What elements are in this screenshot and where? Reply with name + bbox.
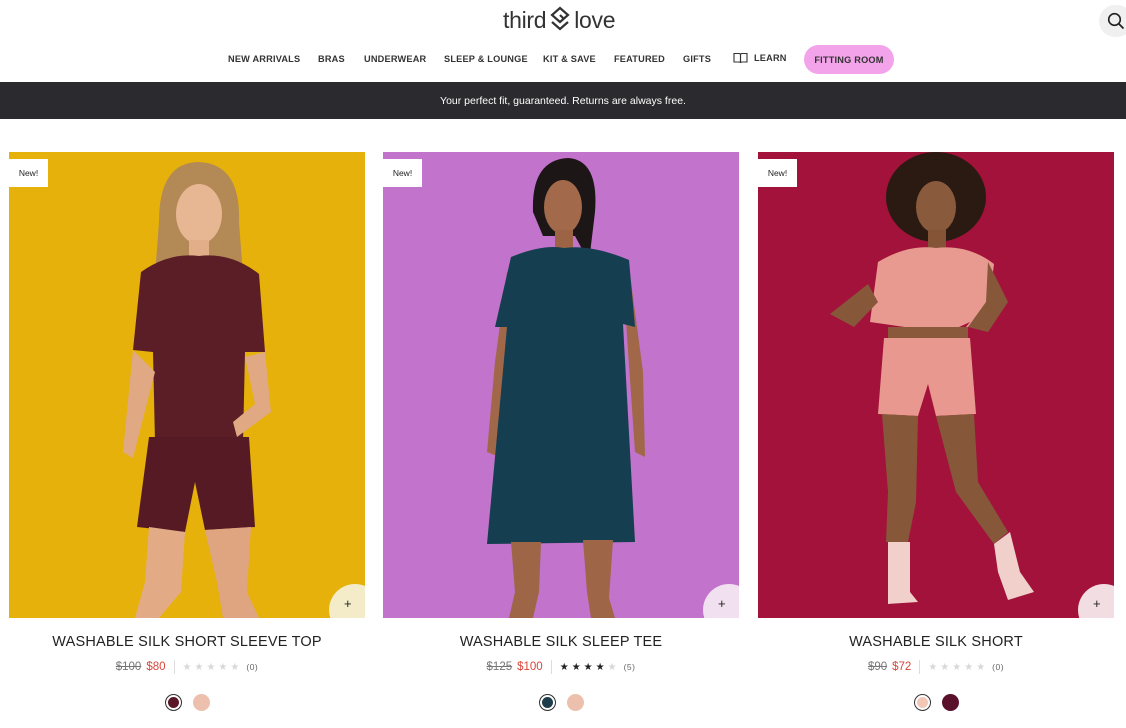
- star-icon: ★: [559, 661, 569, 673]
- product-image[interactable]: New! +: [758, 152, 1114, 618]
- promo-banner-text: Your perfect fit, guaranteed. Returns ar…: [440, 94, 686, 107]
- star-icon: ★: [182, 661, 192, 673]
- star-icon: ★: [964, 661, 974, 673]
- brand-logo[interactable]: third love: [503, 5, 616, 35]
- new-badge: New!: [9, 159, 48, 187]
- product-name[interactable]: WASHABLE SILK SHORT: [758, 634, 1114, 650]
- review-count[interactable]: (0): [246, 662, 258, 672]
- star-icon: ★: [976, 661, 986, 673]
- star-rating[interactable]: ★ ★ ★ ★ ★: [928, 662, 985, 673]
- book-icon: [733, 52, 748, 64]
- nav-new-arrivals[interactable]: NEW ARRIVALS: [228, 54, 300, 64]
- product-model-figure: [830, 152, 1034, 604]
- star-icon: ★: [940, 661, 950, 673]
- divider: [173, 660, 175, 674]
- main-nav: NEW ARRIVALS BRAS UNDERWEAR SLEEP & LOUN…: [0, 45, 1126, 75]
- nav-bras[interactable]: BRAS: [318, 54, 345, 64]
- product-card[interactable]: New! + WASHABLE SILK SHORT SLEEVE TOP $1…: [9, 152, 365, 711]
- product-image[interactable]: New! +: [9, 152, 365, 618]
- new-badge: New!: [758, 159, 797, 187]
- product-name[interactable]: WASHABLE SILK SLEEP TEE: [383, 634, 739, 650]
- fitting-room-button[interactable]: FITTING ROOM: [804, 45, 894, 74]
- color-swatch[interactable]: [192, 694, 210, 711]
- star-icon: ★: [928, 661, 938, 673]
- star-icon: ★: [583, 661, 593, 673]
- nav-learn[interactable]: LEARN: [733, 52, 787, 64]
- nav-gifts[interactable]: GIFTS: [683, 54, 711, 64]
- star-icon: ★: [607, 661, 617, 673]
- original-price: $90: [867, 661, 888, 673]
- product-image[interactable]: New! +: [383, 152, 739, 618]
- original-price: $125: [486, 661, 513, 673]
- color-swatches: [758, 694, 1114, 711]
- star-rating[interactable]: ★ ★ ★ ★ ★: [183, 662, 240, 673]
- product-model-figure: [487, 158, 645, 618]
- sale-price: $72: [892, 661, 912, 673]
- logo-mark-icon: [550, 6, 570, 31]
- logo-text-right: love: [574, 6, 616, 33]
- product-name[interactable]: WASHABLE SILK SHORT SLEEVE TOP: [9, 634, 365, 650]
- color-swatch[interactable]: [913, 694, 931, 711]
- search-button[interactable]: [1099, 5, 1126, 37]
- product-price-rating: $100 $80 ★ ★ ★ ★ ★ (0): [9, 660, 365, 674]
- star-icon: ★: [952, 661, 962, 673]
- nav-featured[interactable]: FEATURED: [614, 54, 665, 64]
- star-icon: ★: [595, 661, 605, 673]
- nav-kit-save[interactable]: KIT & SAVE: [543, 54, 596, 64]
- sale-price: $80: [146, 661, 166, 673]
- product-price-rating: $125 $100 ★ ★ ★ ★ ★ (5): [383, 660, 739, 674]
- star-icon: ★: [571, 661, 581, 673]
- nav-learn-label: LEARN: [754, 53, 787, 63]
- color-swatches: [383, 694, 739, 711]
- review-count[interactable]: (5): [624, 662, 636, 672]
- star-icon: ★: [230, 661, 240, 673]
- product-model-figure: [123, 162, 271, 618]
- star-rating[interactable]: ★ ★ ★ ★ ★: [560, 662, 617, 673]
- nav-sleep-lounge[interactable]: SLEEP & LOUNGE: [444, 54, 528, 64]
- color-swatches: [9, 694, 365, 711]
- sale-price: $100: [517, 661, 543, 673]
- product-card[interactable]: New! + WASHABLE SILK SLEEP TEE $125 $100…: [383, 152, 739, 711]
- divider: [919, 660, 921, 674]
- promo-banner: Your perfect fit, guaranteed. Returns ar…: [0, 82, 1126, 119]
- star-icon: ★: [206, 661, 216, 673]
- color-swatch[interactable]: [566, 694, 584, 711]
- review-count[interactable]: (0): [992, 662, 1004, 672]
- divider: [550, 660, 552, 674]
- logo-text-left: third: [503, 6, 547, 33]
- color-swatch[interactable]: [164, 694, 182, 711]
- new-badge: New!: [383, 159, 422, 187]
- search-icon: [1107, 12, 1125, 30]
- product-price-rating: $90 $72 ★ ★ ★ ★ ★ (0): [758, 660, 1114, 674]
- original-price: $100: [115, 661, 142, 673]
- product-card[interactable]: New! + WASHABLE SILK SHORT $90 $72 ★ ★ ★ ★ ★…: [758, 152, 1114, 711]
- nav-underwear[interactable]: UNDERWEAR: [364, 54, 426, 64]
- color-swatch[interactable]: [941, 694, 959, 711]
- color-swatch[interactable]: [538, 694, 556, 711]
- site-header: third love NEW ARRIVALS BRAS UNDERWEAR S…: [0, 0, 1126, 82]
- star-icon: ★: [194, 661, 204, 673]
- star-icon: ★: [218, 661, 228, 673]
